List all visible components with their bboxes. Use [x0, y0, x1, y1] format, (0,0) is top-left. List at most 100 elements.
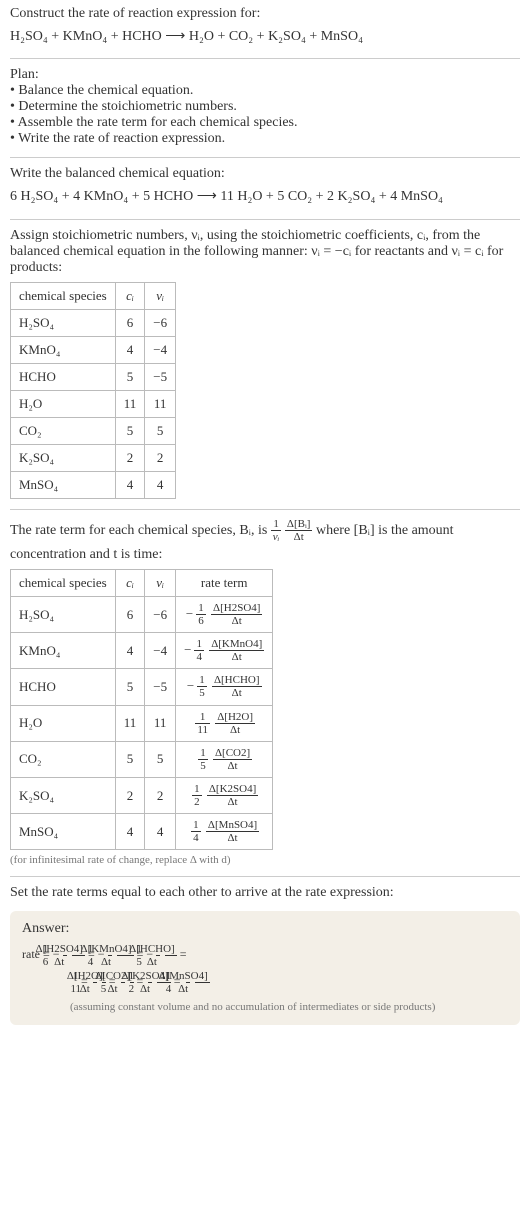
- set-equal-block: Set the rate terms equal to each other t…: [10, 885, 520, 901]
- cell-vi: −6: [145, 309, 176, 336]
- divider: [10, 157, 520, 158]
- table-header-row: chemical species cᵢ νᵢ: [11, 282, 176, 309]
- table-row: CO₂55: [11, 417, 176, 444]
- cell-vi: 11: [145, 705, 176, 741]
- fraction: Δ[H2SO4]Δt: [211, 602, 262, 627]
- table-row: CO₂5515 Δ[CO2]Δt: [11, 741, 273, 777]
- fraction: Δ[HCHO]Δt: [165, 943, 177, 968]
- delta-b-over-t: Δ[Bᵢ] Δt: [285, 518, 313, 543]
- cell-ci: 2: [115, 444, 145, 471]
- fraction: 12: [192, 783, 202, 808]
- divider: [10, 58, 520, 59]
- cell-species: KMnO₄: [11, 633, 116, 669]
- cell-species: H₂O: [11, 390, 116, 417]
- cell-vi: 4: [145, 814, 176, 850]
- cell-ci: 2: [115, 777, 145, 813]
- table-row: H₂O1111: [11, 390, 176, 417]
- col-ci: cᵢ: [115, 569, 145, 596]
- cell-species: H₂SO₄: [11, 596, 116, 632]
- rate-expression: rate = −16 Δ[H2SO4]Δt = −14 Δ[KMnO4]Δt =…: [22, 941, 508, 995]
- table-row: H₂O1111111 Δ[H2O]Δt: [11, 705, 273, 741]
- table-row: KMnO₄4−4: [11, 336, 176, 363]
- col-species: chemical species: [11, 569, 116, 596]
- cell-vi: −5: [145, 669, 176, 705]
- answer-box: Answer: rate = −16 Δ[H2SO4]Δt = −14 Δ[KM…: [10, 911, 520, 1025]
- plan-title: Plan:: [10, 67, 520, 83]
- cell-vi: −4: [145, 336, 176, 363]
- page: Construct the rate of reaction expressio…: [0, 0, 530, 1037]
- cell-ci: 11: [115, 390, 145, 417]
- unbalanced-equation: H₂SO₄ + KMnO₄ + HCHO ⟶ H₂O + CO₂ + K₂SO₄…: [10, 26, 520, 48]
- cell-species: MnSO₄: [11, 471, 116, 498]
- fraction: 14: [194, 638, 204, 663]
- rate-term-block: The rate term for each chemical species,…: [10, 518, 520, 867]
- cell-ci: 11: [115, 705, 145, 741]
- col-vi: νᵢ: [145, 282, 176, 309]
- col-ci: cᵢ: [115, 282, 145, 309]
- table-row: H₂SO₄6−6: [11, 309, 176, 336]
- fraction: Δ[K2SO4]Δt: [207, 783, 258, 808]
- cell-ci: 4: [115, 336, 145, 363]
- cell-species: CO₂: [11, 417, 116, 444]
- cell-ci: 5: [115, 417, 145, 444]
- fraction: 111: [195, 711, 210, 736]
- cell-ci: 4: [115, 633, 145, 669]
- set-equal-text: Set the rate terms equal to each other t…: [10, 885, 520, 901]
- cell-ci: 5: [115, 669, 145, 705]
- balanced-title: Write the balanced chemical equation:: [10, 166, 520, 182]
- divider: [10, 509, 520, 510]
- cell-rate-term: 15 Δ[CO2]Δt: [176, 741, 273, 777]
- fraction: Δ[KMnO4]Δt: [209, 638, 264, 663]
- col-rate: rate term: [176, 569, 273, 596]
- divider: [10, 876, 520, 877]
- prompt-block: Construct the rate of reaction expressio…: [10, 6, 520, 48]
- cell-ci: 4: [115, 814, 145, 850]
- cell-species: KMnO₄: [11, 336, 116, 363]
- cell-rate-term: 111 Δ[H2O]Δt: [176, 705, 273, 741]
- rate-term-table: chemical species cᵢ νᵢ rate term H₂SO₄6−…: [10, 569, 273, 850]
- cell-species: K₂SO₄: [11, 777, 116, 813]
- stoich-intro: Assign stoichiometric numbers, νᵢ, using…: [10, 228, 520, 276]
- infinitesimal-note: (for infinitesimal rate of change, repla…: [10, 854, 520, 866]
- table-row: K₂SO₄2212 Δ[K2SO4]Δt: [11, 777, 273, 813]
- answer-note: (assuming constant volume and no accumul…: [22, 1001, 508, 1013]
- table-row: HCHO5−5: [11, 363, 176, 390]
- fraction: Δ[MnSO4]Δt: [206, 819, 259, 844]
- table-row: KMnO₄4−4−14 Δ[KMnO4]Δt: [11, 633, 273, 669]
- fraction: Δ[CO2]Δt: [213, 747, 252, 772]
- rate-intro-line2: concentration and t is time:: [10, 547, 520, 563]
- rate-intro-line1: The rate term for each chemical species,…: [10, 518, 520, 543]
- cell-ci: 6: [115, 596, 145, 632]
- table-row: MnSO₄4414 Δ[MnSO4]Δt: [11, 814, 273, 850]
- answer-label: Answer:: [22, 921, 508, 937]
- cell-rate-term: 12 Δ[K2SO4]Δt: [176, 777, 273, 813]
- one-over-nu: 1 νᵢ: [271, 518, 282, 543]
- stoich-table: chemical species cᵢ νᵢ H₂SO₄6−6KMnO₄4−4H…: [10, 282, 176, 499]
- cell-species: H₂SO₄: [11, 309, 116, 336]
- cell-vi: 4: [145, 471, 176, 498]
- plan-item: • Write the rate of reaction expression.: [10, 131, 520, 147]
- table-header-row: chemical species cᵢ νᵢ rate term: [11, 569, 273, 596]
- cell-rate-term: 14 Δ[MnSO4]Δt: [176, 814, 273, 850]
- fraction: 16: [196, 602, 206, 627]
- cell-vi: −6: [145, 596, 176, 632]
- cell-rate-term: −14 Δ[KMnO4]Δt: [176, 633, 273, 669]
- fraction: 14: [191, 819, 201, 844]
- fraction: Δ[HCHO]Δt: [212, 674, 262, 699]
- col-vi: νᵢ: [145, 569, 176, 596]
- cell-ci: 5: [115, 741, 145, 777]
- fraction: Δ[H2O]Δt: [215, 711, 255, 736]
- cell-vi: 11: [145, 390, 176, 417]
- table-row: HCHO5−5−15 Δ[HCHO]Δt: [11, 669, 273, 705]
- cell-species: K₂SO₄: [11, 444, 116, 471]
- table-row: K₂SO₄22: [11, 444, 176, 471]
- table-row: MnSO₄44: [11, 471, 176, 498]
- cell-species: HCHO: [11, 363, 116, 390]
- balanced-block: Write the balanced chemical equation: 6 …: [10, 166, 520, 208]
- cell-ci: 4: [115, 471, 145, 498]
- cell-vi: 5: [145, 417, 176, 444]
- cell-ci: 6: [115, 309, 145, 336]
- plan-item: • Balance the chemical equation.: [10, 83, 520, 99]
- balanced-equation: 6 H₂SO₄ + 4 KMnO₄ + 5 HCHO ⟶ 11 H₂O + 5 …: [10, 186, 520, 208]
- fraction: Δ[MnSO4]Δt: [195, 970, 210, 995]
